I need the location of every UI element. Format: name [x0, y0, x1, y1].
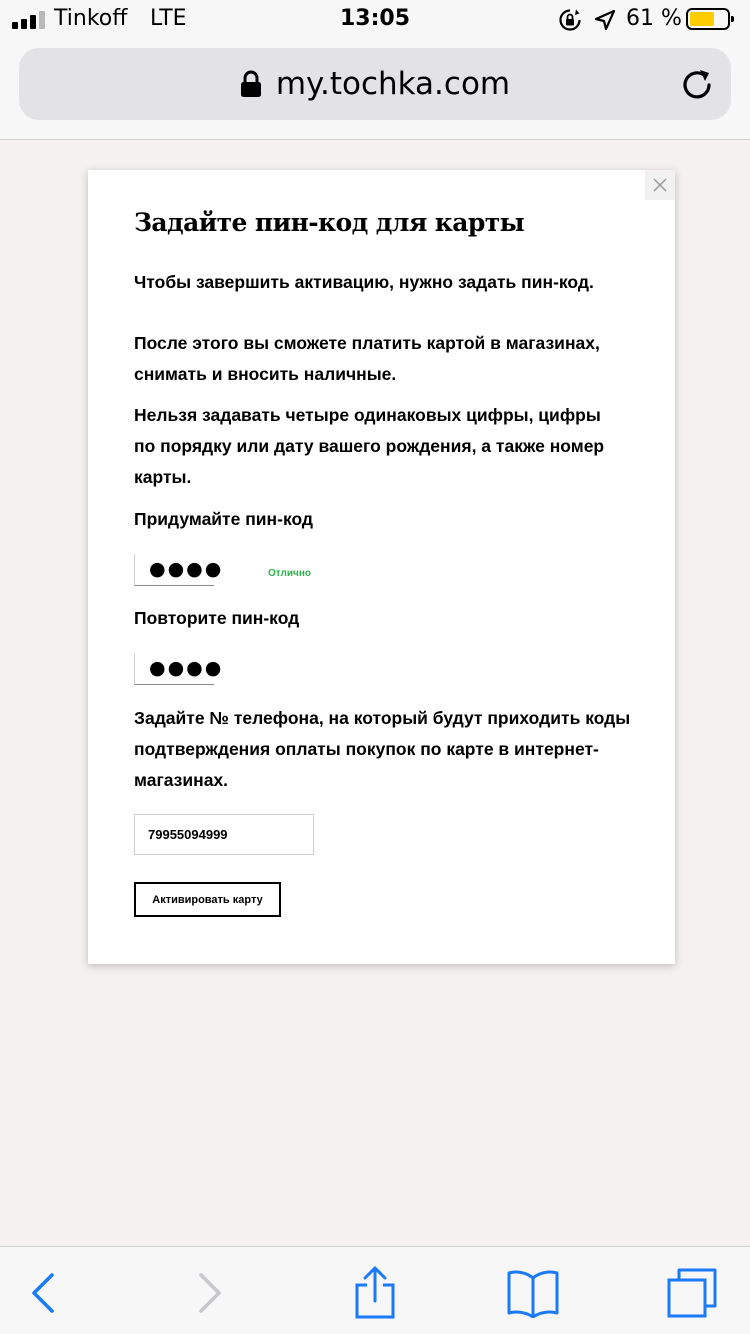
back-button[interactable]	[13, 1267, 73, 1319]
phone-instructions-text: Задайте № телефона, на который будут при…	[134, 708, 631, 790]
battery-percent: 61 %	[626, 6, 682, 31]
share-icon	[355, 1266, 395, 1319]
battery-icon	[686, 8, 734, 30]
pin-strength-status: Отлично	[268, 568, 311, 579]
intro-text: Чтобы завершить активацию, нужно задать …	[134, 272, 594, 292]
lock-icon	[240, 70, 261, 97]
address-bar[interactable]: my.tochka.com	[19, 48, 731, 120]
bookmarks-button[interactable]	[503, 1267, 563, 1319]
orientation-lock-icon	[559, 9, 581, 31]
tabs-icon	[667, 1268, 717, 1318]
reload-icon[interactable]	[679, 66, 715, 102]
url-text: my.tochka.com	[275, 66, 511, 102]
book-icon	[507, 1270, 559, 1318]
browser-top-chrome: Tinkoff LTE 13:05 61 % my.tochka.com	[0, 0, 750, 140]
tabs-button[interactable]	[662, 1267, 722, 1319]
repeat-pin-label: Повторите пин-код	[134, 608, 300, 628]
share-button[interactable]	[345, 1266, 405, 1319]
chevron-left-icon	[32, 1273, 54, 1313]
dialog-title: Задайте пин-код для карты	[134, 208, 525, 237]
pin-label: Придумайте пин-код	[134, 509, 314, 529]
close-icon	[653, 178, 667, 192]
battery-level	[690, 12, 714, 26]
activate-card-button[interactable]: Активировать карту	[134, 882, 281, 917]
phone-input[interactable]: 79955094999	[134, 814, 314, 855]
forward-button[interactable]	[180, 1267, 240, 1319]
after-activation-text: После этого вы сможете платить картой в …	[134, 333, 600, 384]
pin-input[interactable]: ●●●●	[134, 554, 221, 586]
pin-setup-dialog: Задайте пин-код для карты Чтобы завершит…	[88, 170, 675, 964]
repeat-pin-input[interactable]: ●●●●	[134, 653, 221, 685]
close-button[interactable]	[645, 170, 675, 200]
browser-bottom-toolbar	[0, 1246, 750, 1334]
location-arrow-icon	[594, 9, 616, 31]
chevron-right-icon	[199, 1273, 221, 1313]
pin-rules-text: Нельзя задавать четыре одинаковых цифры,…	[134, 405, 605, 487]
status-bar: Tinkoff LTE 13:05 61 %	[0, 0, 750, 40]
